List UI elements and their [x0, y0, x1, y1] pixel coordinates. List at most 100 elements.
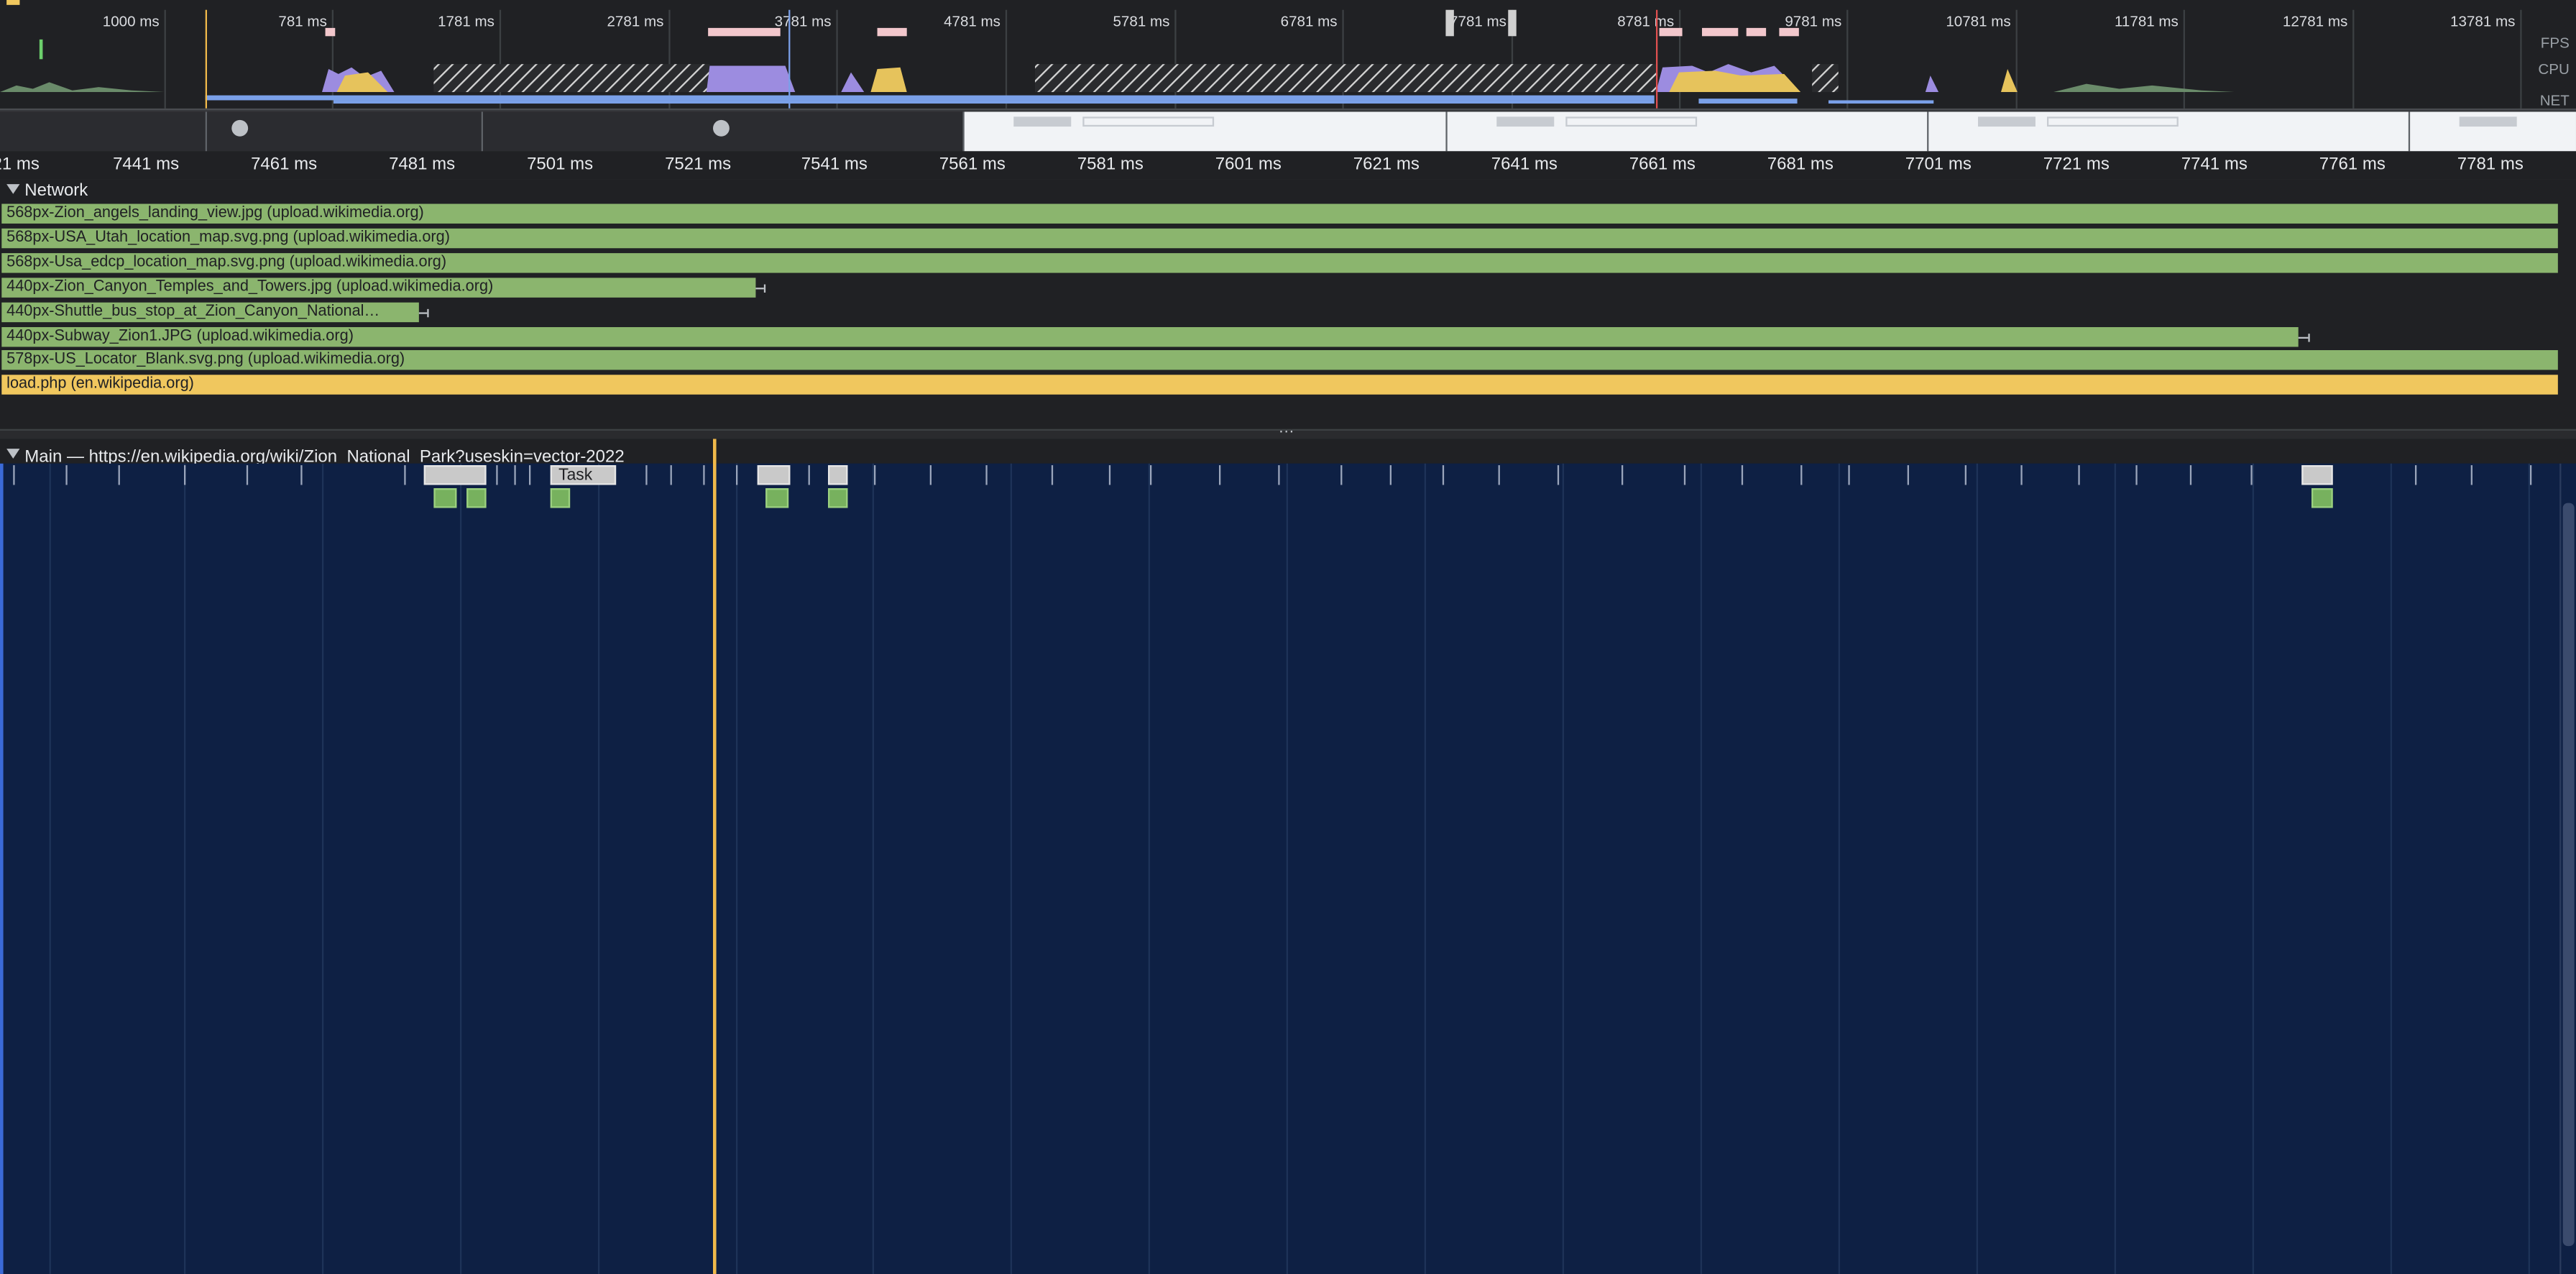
- short-task-mark[interactable]: [2078, 465, 2080, 485]
- flame-gridline: [2114, 463, 2116, 1274]
- short-task-mark[interactable]: [1340, 465, 1343, 485]
- task-block[interactable]: [423, 465, 487, 485]
- short-task-mark[interactable]: [1051, 465, 1054, 485]
- short-task-mark[interactable]: [528, 465, 531, 485]
- short-task-mark[interactable]: [404, 465, 406, 485]
- network-request-bar[interactable]: 440px-Zion_Canyon_Temples_and_Towers.jpg…: [1, 277, 756, 298]
- filmstrip-frame[interactable]: [482, 111, 965, 152]
- short-task-mark[interactable]: [1108, 465, 1111, 485]
- short-task-mark[interactable]: [2189, 465, 2192, 485]
- short-task-mark[interactable]: [873, 465, 876, 485]
- flame-gridline: [2528, 463, 2530, 1274]
- short-task-mark[interactable]: [2529, 465, 2532, 485]
- subtask-block[interactable]: [550, 488, 571, 508]
- short-task-mark[interactable]: [808, 465, 810, 485]
- short-task-mark[interactable]: [985, 465, 988, 485]
- task-block[interactable]: [757, 465, 791, 485]
- short-task-mark[interactable]: [1907, 465, 1909, 485]
- short-task-mark[interactable]: [1848, 465, 1850, 485]
- short-task-mark[interactable]: [1683, 465, 1686, 485]
- request-whisker: [418, 311, 428, 313]
- short-task-mark[interactable]: [929, 465, 932, 485]
- filmstrip-frame[interactable]: [206, 111, 483, 152]
- short-task-mark[interactable]: [496, 465, 498, 485]
- net-lane-label: NET: [2539, 92, 2570, 109]
- short-task-mark[interactable]: [1498, 465, 1500, 485]
- ruler-tick-label: 7761 ms: [2319, 154, 2386, 175]
- short-task-mark[interactable]: [1800, 465, 1803, 485]
- task-block[interactable]: [2301, 465, 2333, 485]
- flame-gridline: [1838, 463, 1840, 1274]
- subtask-block[interactable]: [827, 488, 848, 508]
- network-request-bar[interactable]: 568px-Zion_angels_landing_view.jpg (uplo…: [1, 203, 2558, 224]
- network-request-bar[interactable]: 440px-Subway_Zion1.JPG (upload.wikimedia…: [1, 326, 2299, 347]
- short-task-mark[interactable]: [703, 465, 705, 485]
- subtask-block[interactable]: [2311, 488, 2333, 508]
- ruler-tick-label: 7441 ms: [113, 154, 180, 175]
- wikipedia-logo-icon: [1496, 116, 1555, 127]
- flame-gridline: [1286, 463, 1288, 1274]
- search-box-thumbnail: [2046, 116, 2179, 127]
- short-task-mark[interactable]: [183, 465, 186, 485]
- timeline-overview[interactable]: 1000 ms 781 ms 1781 ms 2781 ms 3781 ms 4781 m…: [0, 0, 2576, 109]
- short-task-mark[interactable]: [670, 465, 672, 485]
- short-task-mark[interactable]: [246, 465, 249, 485]
- network-track-header[interactable]: Network: [0, 181, 88, 204]
- short-task-mark[interactable]: [118, 465, 120, 485]
- screenshot-filmstrip[interactable]: [0, 108, 2576, 155]
- network-request-bar[interactable]: 568px-USA_Utah_location_map.svg.png (upl…: [1, 228, 2558, 248]
- overview-activity-graph: [0, 9, 2235, 109]
- task-block[interactable]: Task: [550, 465, 617, 485]
- flame-chart[interactable]: Task: [0, 439, 2560, 1274]
- filmstrip-frame[interactable]: [1928, 111, 2411, 152]
- short-task-mark[interactable]: [1218, 465, 1221, 485]
- network-request-bar[interactable]: 568px-Usa_edcp_location_map.svg.png (upl…: [1, 252, 2558, 273]
- short-task-mark[interactable]: [300, 465, 303, 485]
- ruler-tick-label: 7681 ms: [1767, 154, 1834, 175]
- short-task-mark[interactable]: [1149, 465, 1152, 485]
- filmstrip-frame[interactable]: [964, 111, 1448, 152]
- filmstrip-frame[interactable]: [2410, 111, 2576, 152]
- network-request-bar[interactable]: 578px-US_Locator_Blank.svg.png (upload.w…: [1, 350, 2558, 371]
- short-task-mark[interactable]: [1964, 465, 1966, 485]
- network-request-bar[interactable]: 440px-Shuttle_bus_stop_at_Zion_Canyon_Na…: [1, 301, 419, 322]
- scrollbar-thumb[interactable]: [2562, 503, 2575, 1247]
- short-task-mark[interactable]: [735, 465, 738, 485]
- collapse-triangle-icon[interactable]: [6, 449, 20, 459]
- short-task-mark[interactable]: [2135, 465, 2138, 485]
- short-task-mark[interactable]: [2250, 465, 2253, 485]
- collapse-triangle-icon[interactable]: [6, 184, 20, 194]
- ruler-tick-label: 7641 ms: [1491, 154, 1558, 175]
- vertical-scrollbar[interactable]: [2559, 463, 2576, 1274]
- main-track-header[interactable]: Main — https://en.wikipedia.org/wiki/Zio…: [0, 439, 2576, 467]
- time-ruler[interactable]: 21 ms 7441 ms 7461 ms 7481 ms 7501 ms 7521 ms…: [0, 151, 2576, 181]
- subtask-block[interactable]: [466, 488, 487, 508]
- network-request-bar[interactable]: load.php (en.wikipedia.org): [1, 375, 2558, 395]
- short-task-mark[interactable]: [13, 465, 15, 485]
- short-task-mark[interactable]: [1278, 465, 1280, 485]
- short-task-mark[interactable]: [514, 465, 516, 485]
- time-cursor[interactable]: [712, 439, 717, 1274]
- subtask-block[interactable]: [765, 488, 789, 508]
- short-task-mark[interactable]: [645, 465, 648, 485]
- short-task-mark[interactable]: [1741, 465, 1744, 485]
- search-box-thumbnail: [1565, 116, 1698, 127]
- filmstrip-frame[interactable]: [0, 111, 207, 152]
- task-block[interactable]: [827, 465, 848, 485]
- short-task-mark[interactable]: [2470, 465, 2472, 485]
- short-task-mark[interactable]: [65, 465, 68, 485]
- short-task-mark[interactable]: [1621, 465, 1624, 485]
- splitter-grip[interactable]: …: [1278, 419, 1294, 437]
- subtask-block[interactable]: [433, 488, 457, 508]
- ruler-tick-label: 7661 ms: [1629, 154, 1696, 175]
- short-task-mark[interactable]: [1389, 465, 1392, 485]
- request-whisker-cap: [427, 308, 429, 317]
- wikipedia-logo-icon: [1013, 116, 1072, 127]
- short-task-mark[interactable]: [1557, 465, 1560, 485]
- ruler-tick-label: 7721 ms: [2043, 154, 2110, 175]
- ruler-tick-label: 7541 ms: [801, 154, 868, 175]
- short-task-mark[interactable]: [2414, 465, 2417, 485]
- filmstrip-frame[interactable]: [1447, 111, 1929, 152]
- short-task-mark[interactable]: [1442, 465, 1445, 485]
- short-task-mark[interactable]: [2020, 465, 2023, 485]
